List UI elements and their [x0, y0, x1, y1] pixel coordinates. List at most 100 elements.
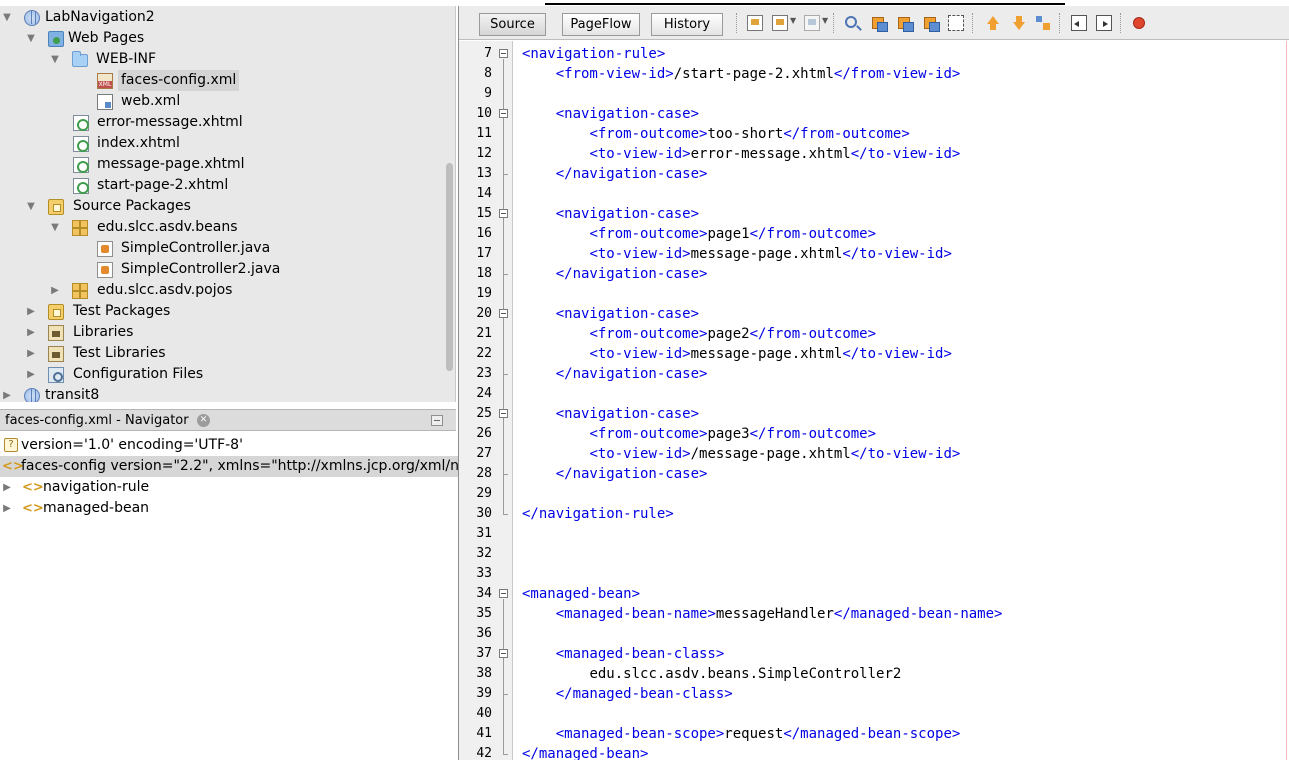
editor-panel: Source PageFlow History ▼ ▼ 7 8 9 10 11 12 13 1… — [458, 6, 1289, 760]
line-number: 20 — [476, 306, 492, 321]
code-line[interactable]: <to-view-id>error-message.xhtml</to-view… — [522, 144, 960, 164]
last-edit-icon[interactable] — [747, 15, 763, 31]
line-number: 39 — [476, 686, 492, 701]
code-line[interactable]: <from-outcome>too-short</from-outcome> — [522, 124, 909, 144]
fold-toggle-icon[interactable] — [499, 309, 508, 318]
code-line[interactable]: <navigation-case> — [522, 304, 699, 324]
code-line[interactable]: </navigation-case> — [522, 164, 708, 184]
start-macro-recording-icon[interactable] — [1133, 17, 1145, 29]
code-line[interactable]: <navigation-case> — [522, 204, 699, 224]
fold-toggle-icon[interactable] — [499, 409, 508, 418]
code-line[interactable]: <to-view-id>/message-page.xhtml</to-view… — [522, 444, 960, 464]
collapse-arrow-icon[interactable]: ▶ — [25, 301, 37, 322]
code-line[interactable]: <to-view-id>message-page.xhtml</to-view-… — [522, 244, 951, 264]
code-line[interactable]: <managed-bean-scope>request</managed-bea… — [522, 724, 961, 744]
expand-arrow-icon[interactable]: ▼ — [49, 49, 61, 70]
collapse-arrow-icon[interactable]: ▶ — [1, 385, 13, 402]
expand-arrow-icon[interactable]: ▼ — [49, 217, 61, 238]
find-previous-icon[interactable] — [871, 15, 888, 32]
code-line[interactable]: </navigation-case> — [522, 264, 708, 284]
code-open-tag: <from-outcome> — [589, 426, 708, 442]
code-text: messageHandler — [715, 606, 834, 622]
collapse-arrow-icon[interactable]: ▶ — [25, 322, 37, 343]
code-line[interactable]: <managed-bean-class> — [522, 644, 725, 664]
xhtml-file-icon — [73, 157, 89, 173]
code-editor[interactable]: <navigation-rule> <from-view-id>/start-p… — [514, 41, 1289, 760]
collapse-arrow-icon[interactable]: ▶ — [25, 343, 37, 364]
code-line[interactable]: <managed-bean> — [522, 584, 640, 604]
fold-toggle-icon[interactable] — [499, 649, 508, 658]
tab-source[interactable]: Source — [479, 13, 546, 36]
fold-toggle-icon[interactable] — [499, 209, 508, 218]
tree-item-label: edu.slcc.asdv.pojos — [97, 282, 233, 298]
code-open-tag: <to-view-id> — [589, 246, 691, 262]
tree-item-label: WEB-INF — [96, 51, 156, 67]
tree-scrollbar[interactable] — [446, 163, 453, 371]
code-text: page3 — [707, 426, 750, 442]
back-icon[interactable] — [772, 15, 788, 31]
line-number: 22 — [476, 346, 492, 361]
collapse-arrow-icon[interactable]: ▶ — [49, 280, 61, 301]
fold-guide — [503, 419, 504, 474]
tree-item-label: SimpleController.java — [121, 240, 271, 256]
toggle-highlight-icon[interactable] — [923, 15, 940, 32]
tab-history[interactable]: History — [651, 13, 723, 36]
navigator-tab[interactable]: faces-config.xml - Navigator ✕ — [0, 409, 456, 431]
find-selection-icon[interactable] — [845, 16, 857, 28]
forward-icon[interactable] — [804, 15, 820, 31]
code-line[interactable]: <to-view-id>message-page.xhtml</to-view-… — [522, 344, 951, 364]
code-line[interactable]: </navigation-case> — [522, 364, 708, 384]
fold-toggle-icon[interactable] — [499, 589, 508, 598]
editor-toolbar: Source PageFlow History ▼ ▼ — [459, 6, 1289, 40]
code-line[interactable]: <from-outcome>page1</from-outcome> — [522, 224, 876, 244]
minimize-icon[interactable] — [431, 415, 443, 426]
code-line[interactable]: <from-outcome>page2</from-outcome> — [522, 324, 876, 344]
code-line[interactable]: edu.slcc.asdv.beans.SimpleController2 — [522, 664, 901, 684]
fold-toggle-icon[interactable] — [499, 109, 508, 118]
expand-arrow-icon[interactable]: ▼ — [1, 7, 13, 28]
collapse-arrow-icon[interactable]: ▶ — [1, 477, 13, 498]
code-line[interactable]: <navigation-case> — [522, 104, 699, 124]
code-line[interactable]: </managed-bean> — [522, 744, 648, 760]
fold-toggle-icon[interactable] — [499, 49, 508, 58]
expand-arrow-icon[interactable]: ▼ — [25, 28, 37, 49]
code-line[interactable]: <from-outcome>page3</from-outcome> — [522, 424, 876, 444]
code-close-tag: </from-outcome> — [749, 226, 877, 242]
tree-item-label: web.xml — [121, 93, 181, 109]
code-text: page1 — [707, 226, 750, 242]
shift-right-icon[interactable] — [1096, 15, 1112, 31]
navigator-item-label: version='1.0' encoding='UTF-8' — [21, 437, 243, 453]
web-pages-icon — [48, 31, 64, 47]
close-icon[interactable]: ✕ — [197, 414, 210, 427]
line-number: 26 — [476, 426, 492, 441]
back-dropdown-icon[interactable]: ▼ — [790, 16, 796, 25]
tab-pageflow[interactable]: PageFlow — [562, 13, 640, 36]
code-line[interactable]: <managed-bean-name>messageHandler</manag… — [522, 604, 1003, 624]
code-line[interactable]: </navigation-case> — [522, 464, 708, 484]
navigator-tree[interactable]: ? version='1.0' encoding='UTF-8' <> face… — [0, 432, 459, 760]
line-number: 17 — [476, 246, 492, 261]
find-next-icon[interactable] — [897, 15, 914, 32]
next-bookmark-icon[interactable] — [1011, 15, 1027, 31]
collapse-arrow-icon[interactable]: ▶ — [25, 364, 37, 385]
line-number: 16 — [476, 226, 492, 241]
previous-bookmark-icon[interactable] — [985, 15, 1001, 31]
expand-arrow-icon[interactable]: ▼ — [25, 196, 37, 217]
collapse-arrow-icon[interactable]: ▶ — [1, 498, 13, 519]
code-line[interactable]: <navigation-case> — [522, 404, 699, 424]
code-line[interactable]: </navigation-rule> — [522, 504, 674, 524]
projects-tree[interactable]: ▼ LabNavigation2 ▼ Web Pages ▼ WEB-INF f… — [0, 6, 456, 402]
rectangular-selection-icon[interactable] — [948, 15, 964, 31]
shift-left-icon[interactable] — [1071, 15, 1087, 31]
code-line[interactable]: <from-view-id>/start-page-2.xhtml</from-… — [522, 64, 961, 84]
code-line[interactable]: </managed-bean-class> — [522, 684, 733, 704]
forward-dropdown-icon[interactable]: ▼ — [822, 16, 828, 25]
code-line[interactable]: <navigation-rule> — [522, 44, 665, 64]
toggle-bookmark-icon[interactable] — [1035, 15, 1051, 31]
tree-item-label: Test Packages — [73, 303, 171, 319]
navigator-item-faces-config[interactable]: <> faces-config version="2.2", xmlns="ht… — [0, 456, 459, 477]
